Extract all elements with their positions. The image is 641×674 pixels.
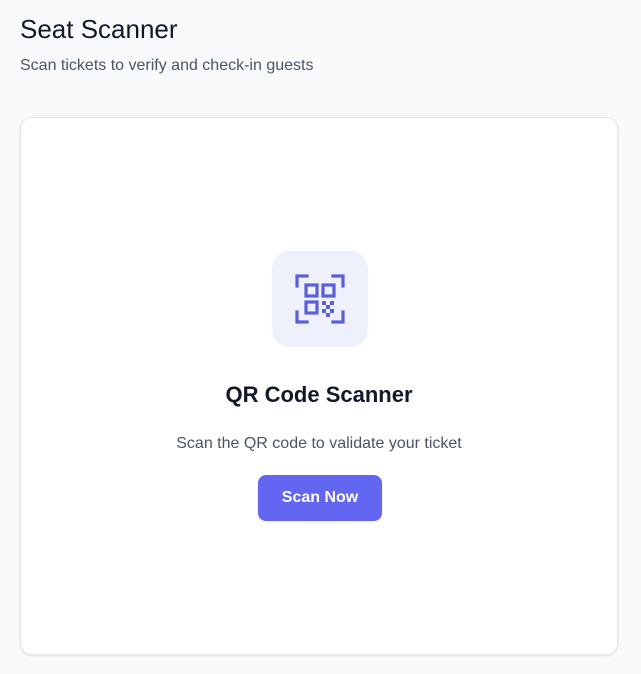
- page-subtitle: Scan tickets to verify and check-in gues…: [20, 57, 314, 74]
- scanner-title: QR Code Scanner: [225, 382, 413, 407]
- scanner-card: QR Code Scanner Scan the QR code to vali…: [20, 117, 618, 655]
- page-header: Seat Scanner Scan tickets to verify and …: [20, 12, 313, 77]
- scanner-description: Scan the QR code to validate your ticket: [176, 435, 462, 452]
- qr-icon-tile: [272, 251, 368, 347]
- qr-code-icon: [295, 274, 345, 324]
- page-title: Seat Scanner: [20, 14, 178, 44]
- scan-now-button[interactable]: Scan Now: [258, 475, 382, 521]
